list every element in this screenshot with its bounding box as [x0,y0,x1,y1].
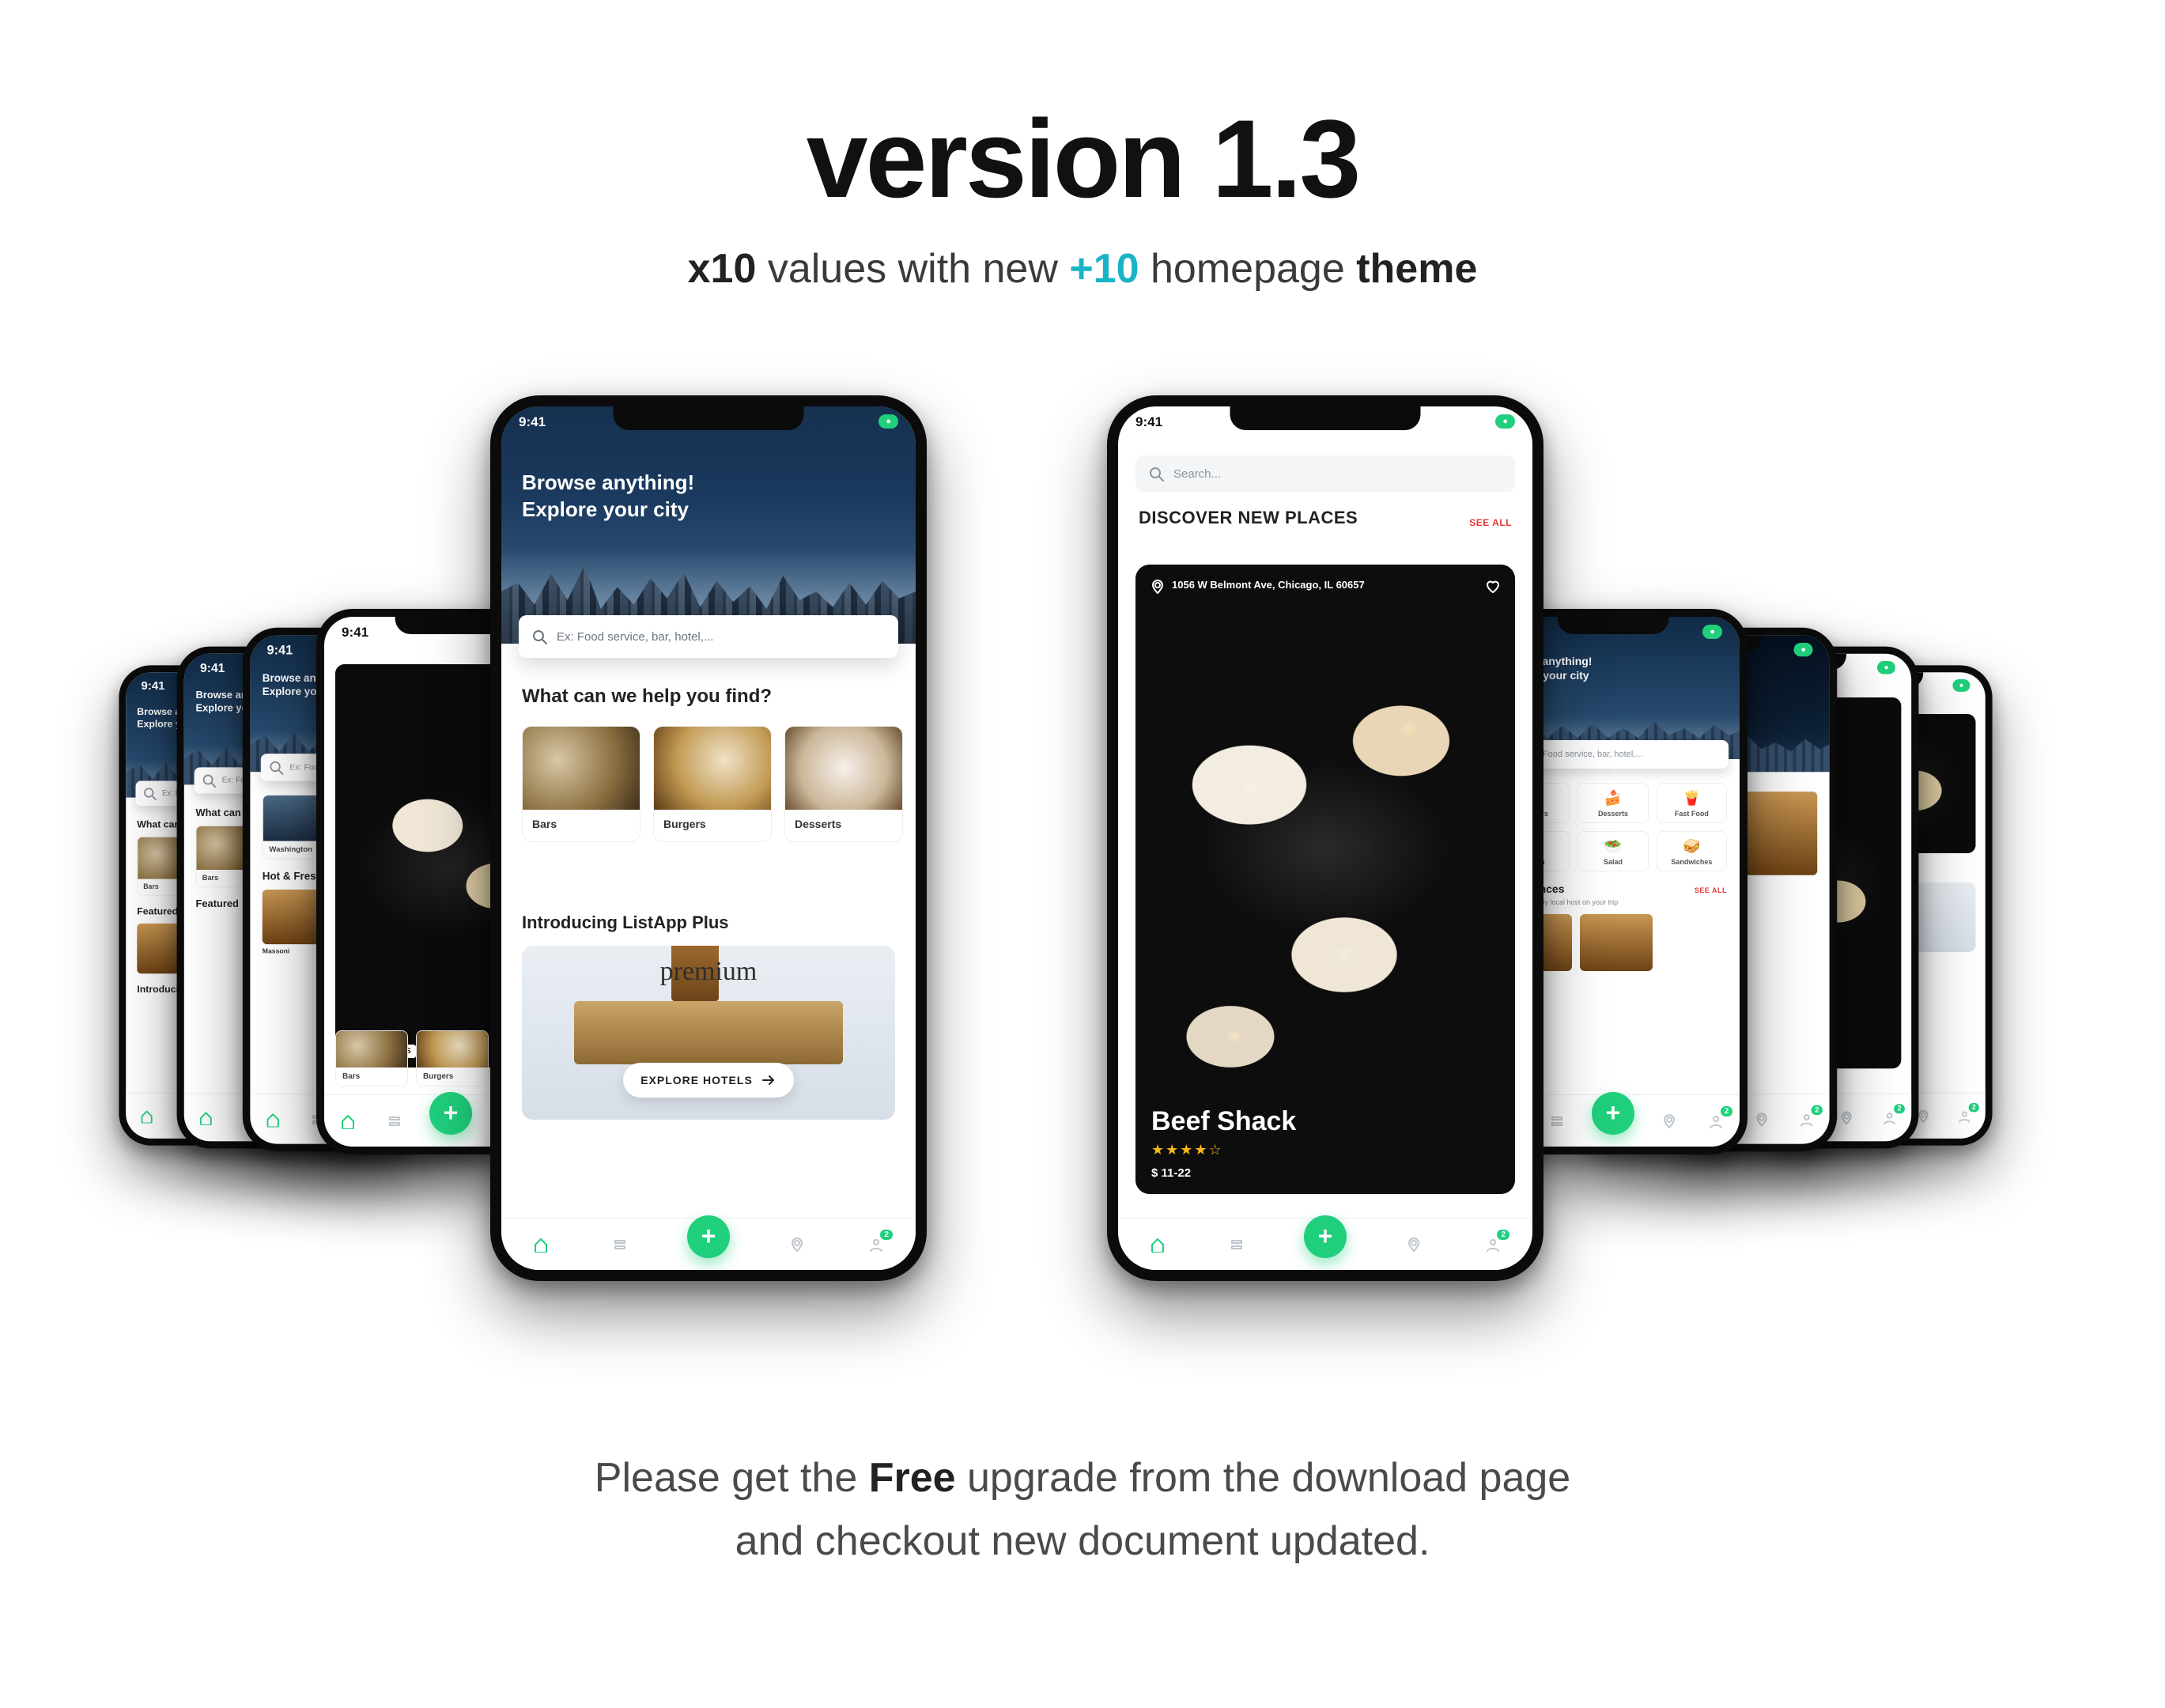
tab-home[interactable] [261,1108,284,1131]
list-item[interactable] [1580,914,1653,971]
phone-mockup-arena: 9:41● Browse anything!Explore your city … [0,372,2165,1352]
footer-copy: Please get the Free upgrade from the dow… [0,1446,2165,1574]
rating-stars: ★★★★☆ [1151,1142,1499,1158]
tabbar: + 2 [1118,1218,1532,1270]
add-button[interactable]: + [1592,1092,1634,1135]
section-title: DISCOVER NEW PLACES [1139,508,1358,528]
tab-pin[interactable] [1836,1107,1858,1129]
heart-icon[interactable] [1485,579,1501,595]
category-image [523,727,640,810]
battery-pill: ● [1495,414,1515,429]
home-icon [1150,1237,1166,1253]
section-title: Introducing ListApp Plus [522,913,895,933]
search-icon [142,787,157,801]
tab-home[interactable] [195,1107,217,1129]
tab-pin[interactable] [1751,1108,1774,1131]
status-time: 9:41 [519,414,546,430]
search-input[interactable]: Ex: Food service, bar, hotel,... [519,615,898,658]
section-title: What can we help you find? [522,685,895,709]
tab-profile[interactable]: 2 [1704,1109,1728,1133]
list-icon [612,1237,628,1253]
tab-home[interactable] [529,1233,553,1256]
home-icon [139,1109,153,1123]
price-range: $ 11-22 [1151,1166,1499,1180]
category-label: Desserts [785,810,902,841]
category-label: Bars [523,810,640,841]
page-subline: x10 values with new +10 homepage theme [0,245,2165,293]
category-card-desserts[interactable]: Desserts [784,726,903,842]
add-button[interactable]: + [429,1092,472,1135]
tab-list[interactable] [383,1109,406,1133]
tab-profile[interactable]: 2 [1955,1105,1975,1126]
category-label: Burgers [654,810,771,841]
chip-desserts[interactable]: 🍰Desserts [1577,783,1648,823]
chip-sandwich[interactable]: 🥪Sandwiches [1657,831,1727,871]
tab-home[interactable] [336,1109,360,1133]
list-icon [1229,1237,1245,1253]
arrow-right-icon [761,1072,776,1088]
search-input[interactable]: Search... [1135,455,1515,492]
subline-x10: x10 [688,246,757,292]
place-card[interactable]: 1056 W Belmont Ave, Chicago, IL 60657 Be… [1135,565,1515,1194]
category-card[interactable]: Bars [335,1030,408,1086]
tab-pin[interactable] [785,1233,809,1256]
search-placeholder: Ex: Food service, bar, hotel,... [557,630,713,644]
search-icon [531,629,547,644]
see-all-link[interactable]: SEE ALL [1695,886,1727,894]
page-headline: version 1.3 [0,95,2165,223]
chip-salad[interactable]: 🥗Salad [1577,831,1648,871]
tab-list[interactable] [608,1233,632,1256]
home-icon [533,1237,549,1253]
phone-mockup-b: 9:41 ● Search... DISCOVER NEW PLACES SEE… [1107,395,1543,1281]
pin-icon [789,1237,805,1253]
promo-banner[interactable]: premium EXPLORE HOTELS [522,946,895,1120]
place-name: Beef Shack [1151,1106,1499,1137]
badge: 2 [1497,1230,1509,1240]
pin-icon [1150,579,1166,595]
subline-theme: theme [1356,246,1477,292]
explore-hotels-button[interactable]: EXPLORE HOTELS [623,1063,794,1098]
tab-pin[interactable] [1402,1233,1426,1256]
tab-list[interactable] [1225,1233,1249,1256]
hero-title: Browse anything!Explore your city [522,470,694,523]
chip-fastfood[interactable]: 🍟Fast Food [1657,783,1727,823]
category-image [785,727,902,810]
section-help-find: What can we help you find? Bars Burgers … [522,685,895,842]
search-icon [1148,466,1164,482]
category-card[interactable]: Burgers [416,1030,489,1086]
section-listapp-plus: Introducing ListApp Plus premium EXPLORE… [522,913,895,1120]
promo-script-label: premium [660,957,758,987]
battery-pill: ● [878,414,898,429]
category-card-burgers[interactable]: Burgers [653,726,772,842]
phone-mockup-a: 9:41 ● Browse anything!Explore your city… [490,395,927,1281]
status-time: 9:41 [1135,414,1162,430]
tab-home[interactable] [136,1105,157,1126]
tab-profile[interactable]: 2 [1796,1108,1819,1131]
add-button[interactable]: + [1304,1215,1347,1258]
category-card-bars[interactable]: Bars [522,726,640,842]
category-image [654,727,771,810]
pin-icon [1406,1237,1422,1253]
place-address: 1056 W Belmont Ave, Chicago, IL 60657 [1150,579,1365,595]
see-all-link[interactable]: SEE ALL [1469,517,1512,528]
badge: 2 [880,1230,893,1240]
tab-profile[interactable]: 2 [864,1233,888,1256]
tabbar: + 2 [501,1218,916,1270]
tab-profile[interactable]: 2 [1481,1233,1505,1256]
section-header: DISCOVER NEW PLACES SEE ALL [1139,508,1512,528]
tab-list[interactable] [1545,1109,1569,1133]
subline-mid2: homepage [1139,246,1357,292]
subline-mid1: values with new [756,246,1069,292]
tab-profile[interactable]: 2 [1879,1107,1901,1129]
search-placeholder: Search... [1173,467,1221,481]
subline-plus10: +10 [1069,246,1139,292]
add-button[interactable]: + [687,1215,730,1258]
tab-pin[interactable] [1657,1109,1681,1133]
tab-home[interactable] [1146,1233,1169,1256]
